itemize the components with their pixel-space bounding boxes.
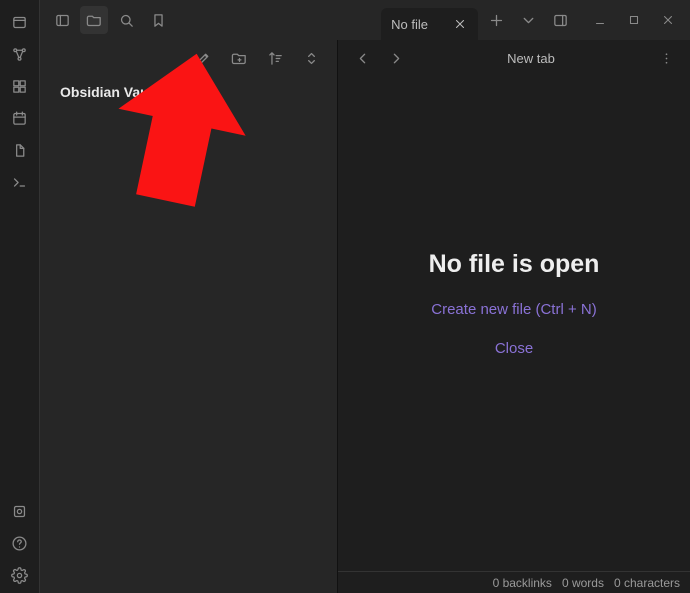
create-new-file-link[interactable]: Create new file (Ctrl + N) — [431, 301, 596, 318]
daily-note-icon[interactable] — [6, 104, 34, 132]
graph-view-icon[interactable] — [6, 40, 34, 68]
more-options-icon[interactable] — [652, 50, 680, 67]
sort-icon[interactable] — [261, 44, 289, 72]
vault-title[interactable]: Obsidian Vault — [40, 76, 337, 108]
close-link[interactable]: Close — [495, 340, 533, 357]
status-characters[interactable]: 0 characters — [614, 576, 680, 590]
search-icon[interactable] — [112, 6, 140, 34]
maximize-icon[interactable] — [620, 6, 648, 34]
status-words[interactable]: 0 words — [562, 576, 604, 590]
tab-no-file[interactable]: No file — [381, 8, 478, 40]
title-bar: No file — [40, 0, 690, 40]
collapse-icon[interactable] — [297, 44, 325, 72]
left-ribbon — [0, 0, 40, 593]
new-note-icon[interactable] — [189, 44, 217, 72]
quick-switcher-icon[interactable] — [6, 8, 34, 36]
minimize-icon[interactable] — [586, 6, 614, 34]
file-explorer-icon[interactable] — [80, 6, 108, 34]
settings-icon[interactable] — [6, 561, 34, 589]
tab-dropdown-icon[interactable] — [514, 6, 542, 34]
sidebar-toggle-icon[interactable] — [48, 6, 76, 34]
command-palette-icon[interactable] — [6, 168, 34, 196]
bookmarks-icon[interactable] — [144, 6, 172, 34]
no-file-heading: No file is open — [429, 250, 600, 279]
status-bar: 0 backlinks 0 words 0 characters — [338, 571, 690, 593]
new-tab-icon[interactable] — [482, 6, 510, 34]
file-sidebar: Obsidian Vault — [40, 40, 338, 593]
close-icon[interactable] — [452, 16, 468, 32]
vault-icon[interactable] — [6, 497, 34, 525]
editor-pane: New tab No file is open Create new file … — [338, 40, 690, 593]
tab-label: No file — [391, 17, 428, 32]
window-close-icon[interactable] — [654, 6, 682, 34]
new-folder-icon[interactable] — [225, 44, 253, 72]
right-sidebar-toggle-icon[interactable] — [546, 6, 574, 34]
editor-header: New tab — [338, 40, 690, 76]
file-toolbar — [40, 40, 337, 76]
help-icon[interactable] — [6, 529, 34, 557]
status-backlinks[interactable]: 0 backlinks — [493, 576, 552, 590]
templates-icon[interactable] — [6, 136, 34, 164]
editor-title: New tab — [416, 51, 646, 66]
canvas-icon[interactable] — [6, 72, 34, 100]
forward-icon[interactable] — [382, 44, 410, 72]
back-icon[interactable] — [348, 44, 376, 72]
